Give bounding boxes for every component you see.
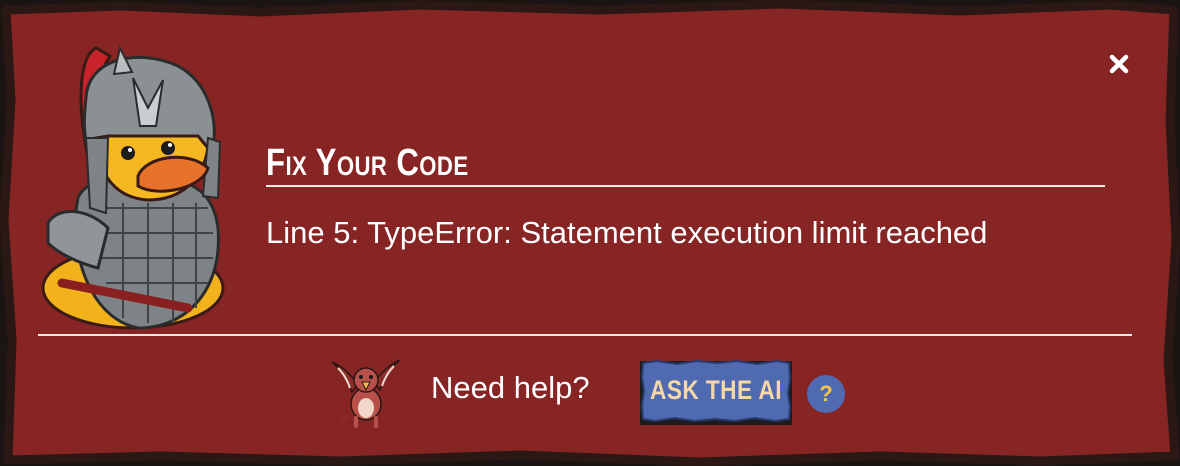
footer-divider <box>38 334 1132 336</box>
ask-button-label: ASK THE AI <box>650 375 782 405</box>
dialog-title: Fix Your Code <box>266 142 469 184</box>
close-button[interactable] <box>1103 48 1135 80</box>
question-mark-icon[interactable]: ? <box>807 375 845 413</box>
error-message: Line 5: TypeError: Statement execution l… <box>266 215 988 250</box>
help-glyph: ? <box>819 381 833 406</box>
knight-duck-icon <box>41 45 225 330</box>
griffin-icon <box>331 359 401 428</box>
close-icon <box>1109 54 1129 74</box>
ask-the-ai-button[interactable]: ASK THE AI <box>637 357 795 427</box>
need-help-text: Need help? <box>431 370 590 405</box>
error-dialog: Fix Your Code Line 5: TypeError: Stateme… <box>0 0 1180 466</box>
title-divider <box>266 185 1105 187</box>
